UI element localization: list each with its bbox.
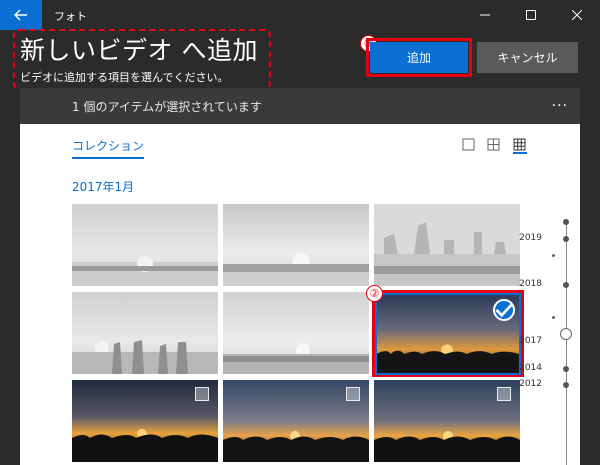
close-button[interactable] [554, 0, 600, 30]
photo-thumb-selected[interactable] [375, 293, 521, 375]
photo-thumb[interactable] [72, 292, 218, 374]
photo-thumb[interactable] [374, 204, 520, 286]
timeline-year[interactable]: 2018 [519, 279, 542, 289]
arrow-left-icon [14, 9, 27, 21]
sunset-photo [223, 204, 369, 286]
timeline-marker [563, 366, 569, 372]
harbor-photo [374, 204, 520, 286]
timeline-year[interactable]: 2019 [519, 233, 542, 243]
maximize-icon [526, 10, 536, 20]
timeline-marker [563, 219, 569, 225]
timeline-year[interactable]: 2017 [519, 336, 542, 346]
timeline-year[interactable]: 2014 [519, 363, 542, 373]
view-small-button[interactable] [513, 137, 527, 154]
medium-tiles-icon [487, 138, 500, 151]
title-bar: フォト [0, 0, 600, 30]
photo-picker: コレクション 2017年1月 ② 2019 2018 2017 2014 201… [20, 124, 580, 465]
photo-thumb[interactable] [72, 204, 218, 286]
photo-thumb[interactable] [374, 380, 520, 462]
back-button[interactable] [0, 0, 42, 30]
minimize-button[interactable] [462, 0, 508, 30]
small-tiles-icon [513, 138, 526, 151]
photo-thumb[interactable] [223, 204, 369, 286]
checkmark-icon [495, 303, 513, 318]
selected-check[interactable] [493, 299, 515, 321]
photo-checkbox[interactable] [497, 387, 511, 401]
sunset-photo [72, 204, 218, 286]
photo-thumb[interactable] [223, 292, 369, 374]
close-icon [572, 10, 582, 20]
view-large-button[interactable] [462, 137, 476, 151]
photo-checkbox[interactable] [346, 387, 360, 401]
timeline-marker [563, 382, 569, 388]
timeline-scrubber-handle[interactable] [560, 328, 572, 340]
tab-collection[interactable]: コレクション [72, 137, 145, 159]
timeline-tick [552, 316, 555, 319]
photo-checkbox[interactable] [195, 387, 209, 401]
app-title: フォト [54, 10, 87, 23]
timeline-marker [563, 282, 569, 288]
selection-bar: 1 個のアイテムが選択されています ... [20, 88, 580, 124]
date-heading: 2017年1月 [72, 180, 135, 194]
minimize-icon [480, 14, 490, 16]
timeline-year[interactable]: 2012 [519, 379, 542, 389]
view-medium-button[interactable] [487, 137, 501, 151]
timeline-track[interactable] [566, 222, 567, 465]
sunset-photo [72, 292, 218, 374]
title-highlight-box [13, 29, 271, 90]
cancel-button[interactable]: キャンセル [477, 42, 578, 73]
selection-status: 1 個のアイテムが選択されています [72, 100, 262, 114]
timeline-tick [552, 254, 555, 257]
photo-thumb[interactable] [72, 380, 218, 462]
step-2-marker: ② [366, 285, 383, 302]
sunset-photo [223, 292, 369, 374]
photo-thumb[interactable] [223, 380, 369, 462]
large-tiles-icon [462, 138, 475, 151]
maximize-button[interactable] [508, 0, 554, 30]
more-options-button[interactable]: ... [552, 94, 568, 110]
timeline-marker [563, 236, 569, 242]
add-button[interactable]: 追加 [370, 42, 468, 73]
